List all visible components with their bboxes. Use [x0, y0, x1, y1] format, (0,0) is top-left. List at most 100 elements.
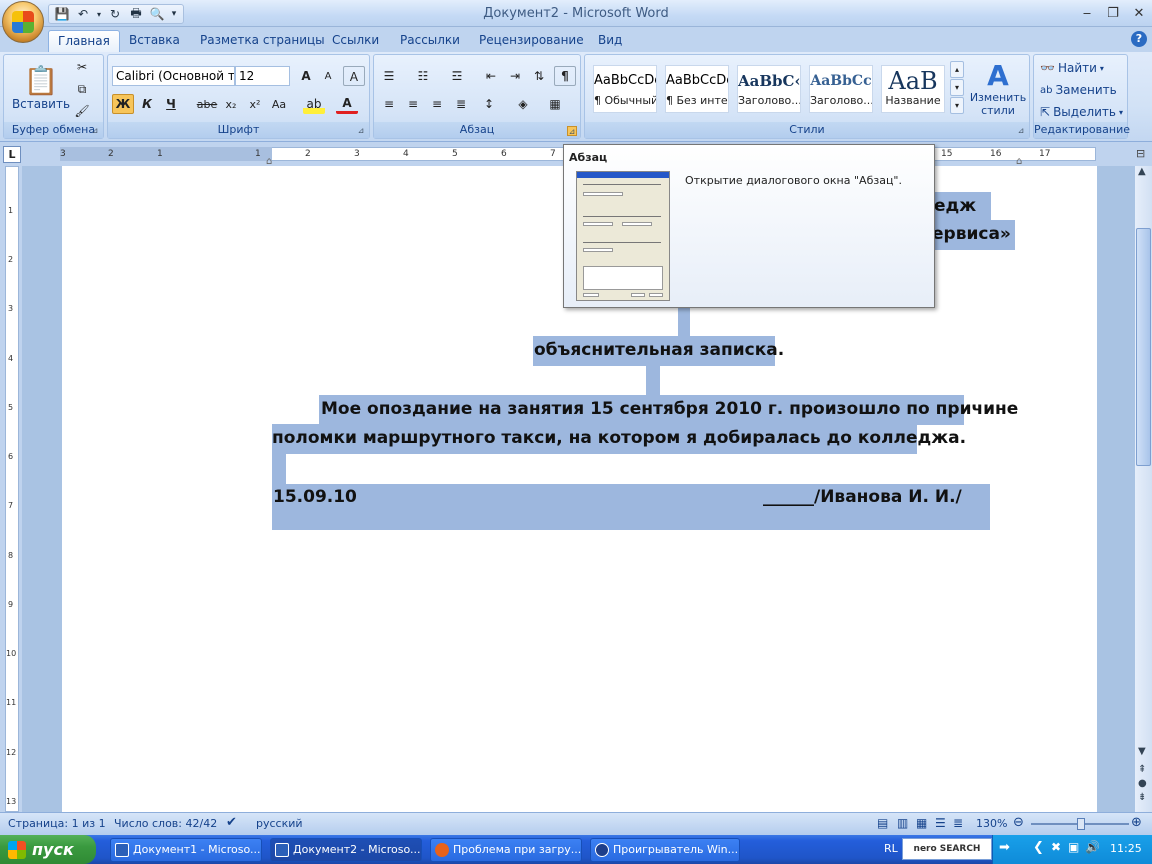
help-icon[interactable]: ? [1131, 31, 1147, 47]
network-icon[interactable]: ▣ [1068, 840, 1079, 854]
ribbon: 📋 Вставить ✂ ⧉ 🖌 Буфер обмена ⊿ Calibri … [0, 52, 1152, 142]
paragraph-dialog-launcher-icon[interactable]: ⊿ [567, 126, 577, 136]
bold-button[interactable]: Ж [112, 94, 134, 114]
replace-button[interactable]: ab Заменить [1040, 80, 1117, 100]
select-button[interactable]: ⇱ Выделить ▾ [1040, 102, 1123, 122]
increase-indent-icon[interactable]: ⇥ [504, 66, 526, 86]
decrease-indent-icon[interactable]: ⇤ [480, 66, 502, 86]
borders-icon[interactable]: ▦ [544, 94, 566, 114]
shading-icon[interactable]: ◈ [512, 94, 534, 114]
style-no-spacing[interactable]: AaBbCcDc ¶ Без инте... [665, 65, 729, 113]
draft-icon[interactable]: ≣ [953, 816, 963, 830]
shrink-font-button[interactable]: A [317, 66, 339, 86]
office-button[interactable] [2, 1, 44, 43]
taskbar-item[interactable]: Документ2 - Microso... [270, 838, 422, 862]
font-color-button[interactable]: A [336, 94, 358, 114]
language[interactable]: русский [256, 817, 303, 830]
tab-insert[interactable]: Вставка [120, 30, 189, 52]
bullets-icon[interactable]: ☰ [378, 66, 400, 86]
subscript-button[interactable]: x₂ [220, 94, 242, 114]
find-button[interactable]: 👓 Найти ▾ [1040, 58, 1104, 78]
ruler-number: 2 [305, 149, 311, 159]
word-count[interactable]: Число слов: 42/42 [114, 817, 217, 830]
taskbar-item[interactable]: Проигрыватель Win... [590, 838, 740, 862]
superscript-button[interactable]: x² [244, 94, 266, 114]
tab-selector[interactable]: L [3, 146, 21, 163]
italic-button[interactable]: К [136, 94, 158, 114]
start-button[interactable]: пуск [0, 835, 96, 864]
numbering-icon[interactable]: ☷ [412, 66, 434, 86]
clipboard-group: 📋 Вставить ✂ ⧉ 🖌 Буфер обмена ⊿ [3, 54, 104, 139]
page-count[interactable]: Страница: 1 из 1 [8, 817, 106, 830]
language-indicator[interactable]: RL [884, 842, 898, 855]
full-screen-reading-icon[interactable]: ▥ [897, 816, 908, 830]
antivirus-icon[interactable]: ✖ [1051, 840, 1061, 854]
cut-icon[interactable]: ✂ [71, 57, 93, 77]
styles-group: AaBbCcDc ¶ Обычный AaBbCcDc ¶ Без инте..… [584, 54, 1030, 139]
go-arrow-icon[interactable]: ➡ [999, 840, 1010, 855]
clock[interactable]: 11:25 [1110, 842, 1142, 855]
dialog-launcher-icon[interactable]: ⊿ [90, 126, 100, 136]
styles-scroll-up-icon[interactable]: ▴ [950, 61, 964, 78]
minimize-button[interactable]: ‒ [1074, 2, 1100, 24]
browse-object-icon[interactable]: ● [1138, 778, 1147, 789]
next-page-icon[interactable]: ⇟ [1138, 792, 1146, 803]
justify-icon[interactable]: ≣ [450, 94, 472, 114]
outline-icon[interactable]: ☰ [935, 816, 946, 830]
tab-references[interactable]: Ссылки [323, 30, 388, 52]
underline-button[interactable]: Ч [160, 94, 182, 114]
style-heading-1[interactable]: AaBbC‹ Заголово... [737, 65, 801, 113]
dialog-launcher-icon[interactable]: ⊿ [356, 126, 366, 136]
tab-home[interactable]: Главная [48, 30, 120, 52]
tab-review[interactable]: Рецензирование [470, 30, 593, 52]
scroll-down-icon[interactable]: ▼ [1138, 746, 1146, 757]
close-button[interactable]: ✕ [1126, 2, 1152, 24]
paste-button[interactable]: 📋 Вставить [10, 57, 72, 117]
style-title[interactable]: AaB Название [881, 65, 945, 113]
dialog-launcher-icon[interactable]: ⊿ [1016, 126, 1026, 136]
zoom-level[interactable]: 130% [976, 817, 1007, 830]
grow-font-button[interactable]: A [295, 66, 317, 86]
zoom-in-icon[interactable]: ⊕ [1131, 815, 1142, 830]
show-marks-button[interactable]: ¶ [554, 66, 576, 86]
zoom-out-icon[interactable]: ⊖ [1013, 815, 1024, 830]
multilevel-list-icon[interactable]: ☲ [446, 66, 468, 86]
change-case-button[interactable]: Аа [268, 94, 290, 114]
vertical-ruler[interactable]: 1 2 3 4 5 6 7 8 9 10 11 12 13 [0, 166, 22, 812]
format-painter-icon[interactable]: 🖌 [71, 101, 93, 121]
clear-formatting-icon[interactable]: Ａ [343, 66, 365, 86]
style-heading-2[interactable]: AaBbCc Заголово... [809, 65, 873, 113]
styles-scroll-down-icon[interactable]: ▾ [950, 79, 964, 96]
font-size-combo[interactable]: 12 [235, 66, 290, 86]
proofing-icon[interactable]: ✔ [226, 815, 237, 830]
styles-more-icon[interactable]: ▾ [950, 97, 964, 114]
align-right-icon[interactable]: ≡ [426, 94, 448, 114]
zoom-slider-thumb[interactable] [1077, 818, 1085, 830]
restore-button[interactable]: ❐ [1100, 2, 1126, 24]
nero-search-box[interactable]: nero SEARCH [902, 838, 992, 860]
tab-mailings[interactable]: Рассылки [391, 30, 469, 52]
print-layout-icon[interactable]: ▤ [877, 816, 888, 830]
previous-page-icon[interactable]: ⇞ [1138, 764, 1146, 775]
align-left-icon[interactable]: ≡ [378, 94, 400, 114]
tab-page-layout[interactable]: Разметка страницы [191, 30, 334, 52]
taskbar-item[interactable]: Проблема при загру... [430, 838, 582, 862]
view-ruler-icon[interactable]: ⊟ [1136, 147, 1145, 160]
copy-icon[interactable]: ⧉ [71, 79, 93, 99]
style-sample: AaBbCc [810, 73, 872, 89]
volume-icon[interactable]: 🔊 [1085, 840, 1100, 854]
scroll-thumb[interactable] [1136, 228, 1151, 466]
tab-view[interactable]: Вид [589, 30, 631, 52]
align-center-icon[interactable]: ≡ [402, 94, 424, 114]
web-layout-icon[interactable]: ▦ [916, 816, 927, 830]
change-styles-button[interactable]: A Изменить стили [968, 57, 1028, 121]
strikethrough-button[interactable]: abe [196, 94, 218, 114]
taskbar-item[interactable]: Документ1 - Microso... [110, 838, 262, 862]
line-spacing-icon[interactable]: ↕ [478, 94, 500, 114]
scroll-up-icon[interactable]: ▲ [1138, 166, 1146, 177]
style-normal[interactable]: AaBbCcDc ¶ Обычный [593, 65, 657, 113]
tray-expand-icon[interactable]: ❮ [1033, 840, 1044, 855]
sort-icon[interactable]: ⇅ [528, 66, 550, 86]
highlight-icon[interactable]: ab [303, 94, 325, 114]
font-name-combo[interactable]: Calibri (Основной те [112, 66, 235, 86]
